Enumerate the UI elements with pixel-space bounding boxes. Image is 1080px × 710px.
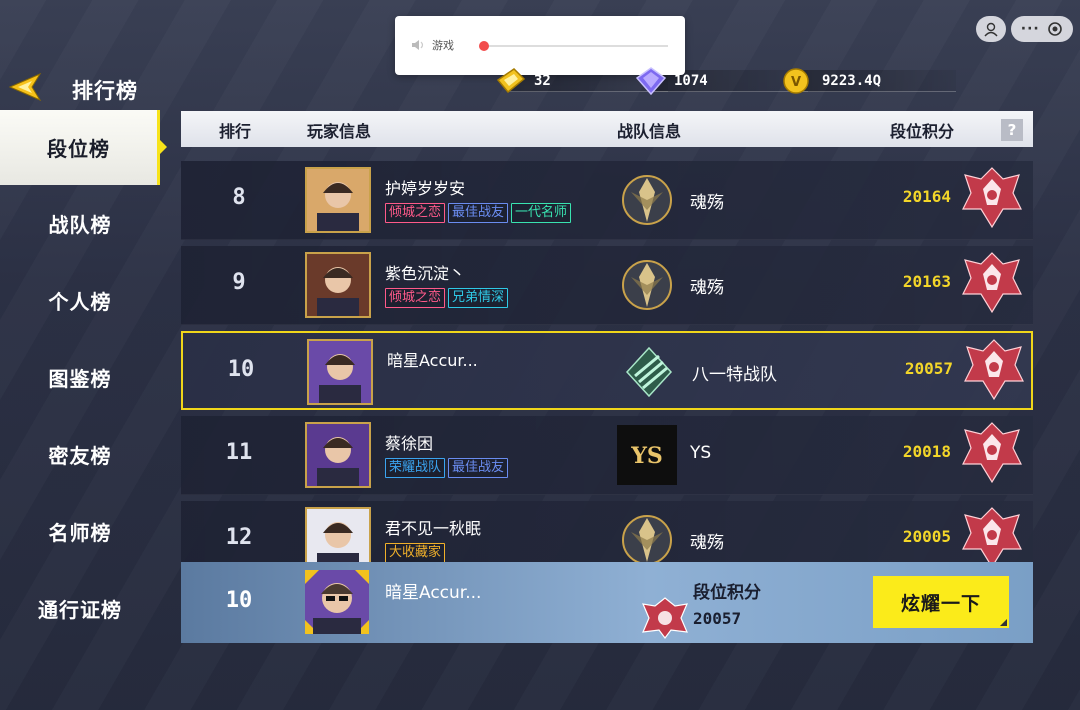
player-tag: 最佳战友 (448, 458, 509, 478)
row-rank: 9 (232, 270, 246, 295)
table-row[interactable]: 9 紫色沉淀丶 倾城之恋 兄弟情深 魂殇 20163 (181, 246, 1033, 325)
team-emblem-icon[interactable] (617, 170, 677, 230)
my-score: 20057 (693, 609, 742, 628)
player-tags: 倾城之恋 最佳战友 一代名师 (385, 203, 572, 223)
player-name: 蔡徐困 (385, 434, 434, 453)
sidebar-item-personal[interactable]: 个人榜 (0, 262, 160, 339)
player-avatar[interactable] (305, 422, 371, 488)
col-rank: 排行 (219, 122, 252, 141)
user-button[interactable] (976, 16, 1006, 42)
player-name: 紫色沉淀丶 (385, 264, 466, 283)
sidebar: 段位榜 战队榜 个人榜 图鉴榜 密友榜 名师榜 通行证榜 (0, 110, 167, 647)
player-name: 护婷岁岁安 (385, 179, 466, 198)
player-tags: 荣耀战队 最佳战友 (385, 458, 509, 478)
volume-label: 游戏 (432, 39, 454, 52)
v-coin-icon: V (783, 68, 809, 94)
player-name: 君不见一秋眠 (385, 519, 482, 538)
player-tags: 大收藏家 (385, 543, 446, 563)
team-name: 八一特战队 (692, 365, 777, 385)
close-circle-icon[interactable] (1047, 21, 1063, 37)
volume-slider-knob[interactable] (478, 41, 489, 51)
sidebar-item-pass[interactable]: 通行证榜 (0, 570, 160, 647)
sidebar-item-friends[interactable]: 密友榜 (0, 416, 160, 493)
diamonds-value: 1074 (674, 73, 708, 89)
rank-emblem-icon (642, 597, 688, 639)
show-off-button[interactable]: 炫耀一下 (873, 576, 1009, 628)
currency-coins[interactable]: V 9223.4Q (782, 66, 956, 96)
rank-score: 20018 (902, 442, 951, 461)
table-row[interactable]: 11 蔡徐困 荣耀战队 最佳战友 YS YS 20018 (181, 416, 1033, 495)
row-rank: 8 (232, 185, 246, 210)
rank-emblem-icon (962, 252, 1022, 314)
coins-value: 9223.4Q (822, 73, 882, 89)
my-name: 暗星Accur... (385, 583, 482, 603)
sidebar-item-mentor[interactable]: 名师榜 (0, 493, 160, 570)
player-tag: 荣耀战队 (385, 458, 446, 478)
rank-score: 20164 (902, 187, 951, 206)
row-rank: 12 (225, 525, 253, 550)
col-team: 战队信息 (617, 122, 682, 141)
col-player: 玩家信息 (307, 122, 372, 141)
user-icon (984, 22, 998, 37)
player-tag: 倾城之恋 (385, 288, 446, 308)
volume-slider[interactable] (478, 41, 668, 51)
player-tag: 一代名师 (511, 203, 572, 223)
player-tag: 大收藏家 (385, 543, 446, 563)
svg-text:YS: YS (630, 443, 663, 469)
row-rank: 11 (225, 440, 253, 465)
table-row[interactable]: 10 暗星Accur... 八一特战队 20057 (181, 331, 1033, 410)
player-tag: 倾城之恋 (385, 203, 446, 223)
player-avatar[interactable] (305, 167, 371, 233)
team-emblem-icon[interactable]: YS (617, 425, 677, 485)
sidebar-item-rank[interactable]: 段位榜 (0, 110, 167, 185)
team-emblem-icon[interactable] (617, 510, 677, 570)
my-avatar[interactable] (299, 566, 375, 638)
svg-text:V: V (791, 75, 801, 90)
col-score: 段位积分 (890, 122, 955, 141)
rank-emblem-icon (962, 167, 1022, 229)
diamond-icon (635, 67, 667, 96)
team-name: 魂殇 (690, 533, 724, 553)
team-name: 魂殇 (690, 278, 724, 298)
team-name: 魂殇 (690, 193, 724, 213)
team-emblem-icon[interactable] (619, 342, 679, 402)
team-name: YS (690, 443, 712, 463)
speaker-icon (412, 40, 424, 50)
help-icon[interactable]: ? (1001, 119, 1023, 141)
rank-emblem-icon (964, 339, 1024, 401)
rank-score: 20163 (902, 272, 951, 291)
player-tag: 兄弟情深 (448, 288, 509, 308)
more-icon[interactable]: ··· (1021, 21, 1040, 37)
row-rank: 10 (227, 357, 255, 382)
back-arrow-icon[interactable] (8, 70, 42, 104)
my-rank-bar: 10 暗星Accur... 段位积分 20057 炫耀一下 (181, 562, 1033, 643)
player-avatar[interactable] (307, 339, 373, 405)
player-tags: 倾城之恋 兄弟情深 (385, 288, 509, 308)
table-header: 排行 玩家信息 战队信息 段位积分 ? (181, 111, 1033, 147)
sidebar-item-collection[interactable]: 图鉴榜 (0, 339, 160, 416)
tickets-value: 32 (534, 73, 551, 89)
menu-capsule: ··· (1011, 16, 1073, 42)
rank-score: 20057 (904, 359, 953, 378)
sidebar-item-team[interactable]: 战队榜 (0, 185, 160, 262)
page-title: 排行榜 (72, 79, 138, 103)
player-name: 暗星Accur... (387, 351, 478, 370)
player-avatar[interactable] (305, 252, 371, 318)
player-tag: 最佳战友 (448, 203, 509, 223)
rank-emblem-icon (962, 422, 1022, 484)
team-emblem-icon[interactable] (617, 255, 677, 315)
rank-score: 20005 (902, 527, 951, 546)
my-rank: 10 (225, 588, 253, 613)
table-row[interactable]: 8 护婷岁岁安 倾城之恋 最佳战友 一代名师 魂殇 20164 (181, 161, 1033, 240)
gold-ticket-icon (496, 68, 526, 94)
my-score-label: 段位积分 (693, 583, 761, 603)
